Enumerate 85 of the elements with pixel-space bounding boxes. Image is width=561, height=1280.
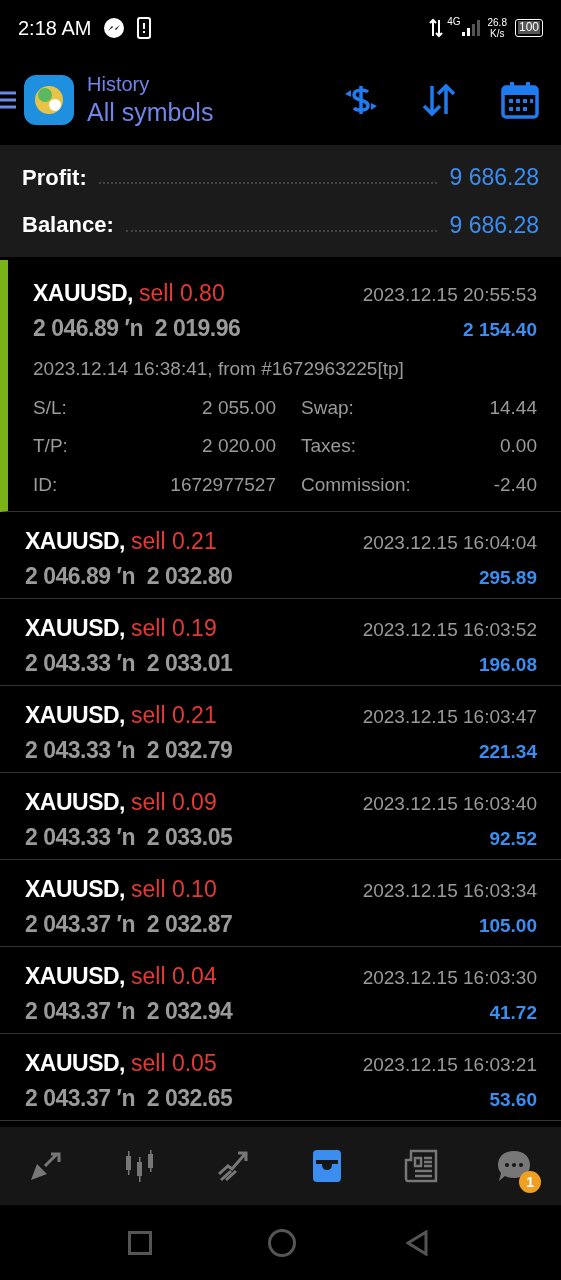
summary-value: 9 686.28 <box>449 210 539 240</box>
symbol-name: XAUUSD, <box>33 279 133 308</box>
data-transfer-icon <box>429 17 444 38</box>
field-value: 0.00 <box>500 434 537 458</box>
status-time: 2:18 AM <box>18 15 92 41</box>
trade-side: sell 0.04 <box>131 962 217 991</box>
price-range: 2 043.33 ′n 2 032.79 <box>25 735 233 765</box>
field-label: ID: <box>33 472 59 497</box>
phone-alert-icon <box>137 16 152 39</box>
network-speed: 26.8 <box>487 16 507 28</box>
speed-unit: K/s <box>490 27 505 39</box>
deal-profit: 53.60 <box>489 1087 537 1112</box>
price-range: 2 046.89 ′n 2 019.96 <box>33 313 241 343</box>
deal-profit: 92.52 <box>489 826 537 851</box>
deal-time: 2023.12.15 16:03:47 <box>362 705 537 729</box>
trade-side: sell 0.10 <box>131 875 217 904</box>
deal-profit: 41.72 <box>489 1000 537 1025</box>
deal-time: 2023.12.15 16:03:52 <box>362 618 537 642</box>
symbol-name: XAUUSD, <box>25 701 125 730</box>
deal-row[interactable]: XAUUSD, sell 0.21 2023.12.15 16:03:47 2 043.33 ′n 2 032.79 221.34 <box>0 686 561 773</box>
price-range: 2 043.33 ′n 2 033.01 <box>25 648 233 678</box>
symbol-name: XAUUSD, <box>25 1049 125 1078</box>
symbol-name: XAUUSD, <box>25 527 125 556</box>
field-label: S/L: <box>33 395 68 420</box>
deal-profit: 196.08 <box>478 652 537 677</box>
deal-time: 2023.12.15 20:55:53 <box>362 283 537 307</box>
field-label: Taxes: <box>301 434 356 458</box>
newspaper-icon[interactable] <box>402 1148 439 1184</box>
deal-row[interactable]: XAUUSD, sell 0.10 2023.12.15 16:03:34 2 043.37 ′n 2 032.87 105.00 <box>0 860 561 947</box>
field-value: -2.40 <box>493 472 537 497</box>
deal-profit: 295.89 <box>478 565 537 590</box>
price-range: 2 043.33 ′n 2 033.05 <box>25 822 233 852</box>
price-range: 2 046.89 ′n 2 032.80 <box>25 561 233 591</box>
deal-row[interactable]: XAUUSD, sell 0.05 2023.12.15 16:03:21 2 043.37 ′n 2 032.65 53.60 <box>0 1034 561 1121</box>
field-value: 2 055.00 <box>201 395 276 420</box>
deal-row[interactable]: XAUUSD, sell 0.80 2023.12.15 20:55:53 2 046.89 ′n 2 019.96 2 154.40 2023.12.14 16:38:41, from #1672963225[tp] S/L: 2 055.00 Swap: 14.44 T/P: 2 020.00 Taxes: 0.00 ID: 1672977527 Commission: -2.40 <box>0 260 561 512</box>
trade-side: sell 0.21 <box>131 527 217 556</box>
menu-icon[interactable] <box>0 90 16 110</box>
deal-time: 2023.12.15 16:04:04 <box>362 531 537 555</box>
deal-time: 2023.12.15 16:03:30 <box>362 966 537 990</box>
trade-side: sell 0.19 <box>131 614 217 643</box>
deal-row[interactable]: XAUUSD, sell 0.19 2023.12.15 16:03:52 2 043.33 ′n 2 033.01 196.08 <box>0 599 561 686</box>
signal-icon <box>461 19 480 36</box>
calendar-icon[interactable] <box>501 81 539 119</box>
trade-side: sell 0.09 <box>131 788 217 817</box>
field-value: 14.44 <box>489 395 537 420</box>
symbol-name: XAUUSD, <box>25 962 125 991</box>
summary-value: 9 686.28 <box>449 163 539 192</box>
home-button[interactable] <box>268 1228 296 1257</box>
deal-time: 2023.12.15 16:03:34 <box>362 879 537 903</box>
symbol-filter[interactable]: All symbols <box>87 96 214 128</box>
back-button[interactable] <box>406 1229 428 1256</box>
screen-title: History <box>87 72 151 96</box>
summary-label: Profit: <box>22 163 87 192</box>
deal-row[interactable]: XAUUSD, sell 0.21 2023.12.15 16:04:04 2 046.89 ′n 2 032.80 295.89 <box>0 512 561 599</box>
price-range: 2 043.37 ′n 2 032.87 <box>25 909 233 939</box>
field-label: Commission: <box>301 472 411 497</box>
deal-time: 2023.12.15 16:03:40 <box>362 792 537 816</box>
notification-badge: 1 <box>519 1171 542 1193</box>
deal-profit: 221.34 <box>478 739 537 764</box>
field-value: 1672977527 <box>169 472 276 497</box>
deal-profit: 105.00 <box>478 913 537 938</box>
symbol-name: XAUUSD, <box>25 788 125 817</box>
trade-side: sell 0.21 <box>131 701 217 730</box>
field-value: 2 020.00 <box>201 434 276 458</box>
battery-indicator: 100 <box>514 18 543 37</box>
field-label: Swap: <box>301 395 354 420</box>
field-label: T/P: <box>33 434 69 458</box>
deal-time: 2023.12.15 16:03:21 <box>362 1053 537 1077</box>
price-range: 2 043.37 ′n 2 032.94 <box>25 996 233 1026</box>
symbol-name: XAUUSD, <box>25 875 125 904</box>
open-info: 2023.12.14 16:38:41, from #1672963225[tp] <box>33 357 405 381</box>
deal-profit: 2 154.40 <box>463 317 537 342</box>
trade-side: sell 0.80 <box>139 279 225 308</box>
summary-label: Balance: <box>22 211 114 240</box>
sort-icon[interactable] <box>421 82 457 118</box>
network-type: 4G <box>447 15 461 29</box>
deal-row[interactable]: XAUUSD, sell 0.04 2023.12.15 16:03:30 2 043.37 ′n 2 032.94 41.72 <box>0 947 561 1034</box>
deal-row[interactable]: XAUUSD, sell 0.09 2023.12.15 16:03:40 2 043.33 ′n 2 033.05 92.52 <box>0 773 561 860</box>
messenger-icon <box>103 16 126 39</box>
price-range: 2 043.37 ′n 2 032.65 <box>25 1083 233 1113</box>
trade-side: sell 0.05 <box>131 1049 217 1078</box>
symbol-name: XAUUSD, <box>25 614 125 643</box>
app-logo-icon[interactable] <box>24 75 74 125</box>
recent-apps-button[interactable] <box>128 1230 152 1255</box>
